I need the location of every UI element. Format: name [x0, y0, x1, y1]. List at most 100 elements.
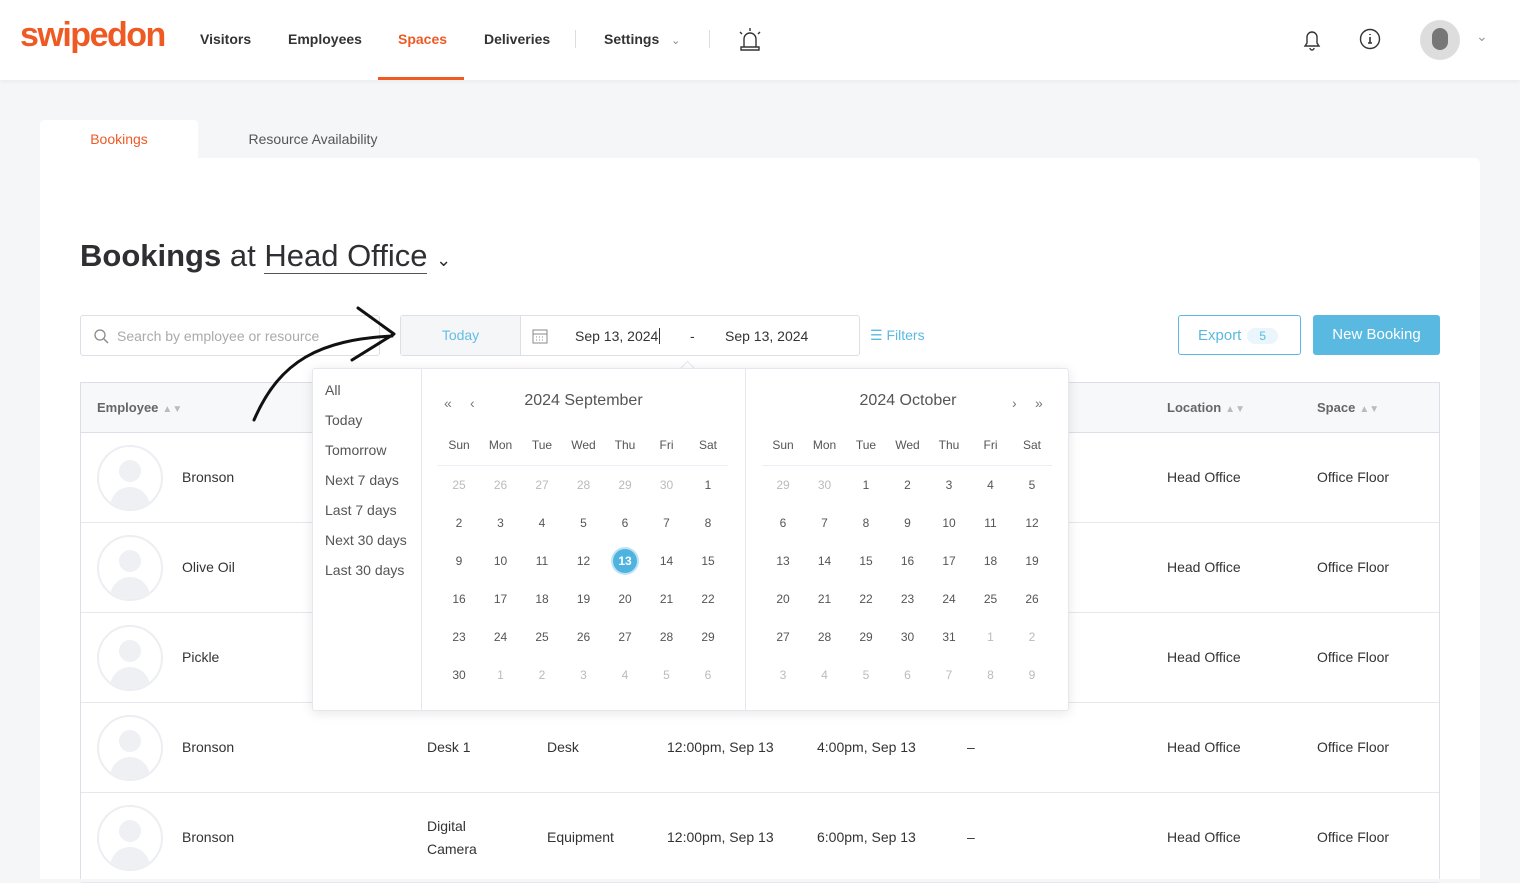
calendar-day[interactable]: 7 — [934, 663, 964, 687]
today-button[interactable]: Today — [401, 316, 521, 355]
calendar-day[interactable]: 26 — [1017, 587, 1047, 611]
calendar-day[interactable]: 11 — [527, 549, 557, 573]
calendar-day[interactable]: 22 — [851, 587, 881, 611]
chevron-down-icon[interactable]: ⌄ — [1476, 28, 1488, 45]
calendar-day[interactable]: 27 — [768, 625, 798, 649]
prev-year-icon[interactable]: « — [444, 395, 452, 411]
start-date-input[interactable]: Sep 13, 2024 — [575, 328, 661, 344]
shortcut-item[interactable]: Next 7 days — [325, 472, 399, 488]
calendar-day[interactable]: 19 — [569, 587, 599, 611]
calendar-day[interactable]: 22 — [693, 587, 723, 611]
calendar-day[interactable]: 5 — [1017, 473, 1047, 497]
nav-deliveries[interactable]: Deliveries — [484, 31, 550, 47]
shortcut-item[interactable]: All — [325, 382, 341, 398]
calendar-day[interactable]: 3 — [486, 511, 516, 535]
calendar-day[interactable]: 30 — [652, 473, 682, 497]
calendar-day[interactable]: 10 — [486, 549, 516, 573]
calendar-day[interactable]: 8 — [976, 663, 1006, 687]
calendar-day[interactable]: 21 — [810, 587, 840, 611]
calendar-day[interactable]: 25 — [527, 625, 557, 649]
date-range-picker[interactable]: Today Sep 13, 2024 - Sep 13, 2024 — [400, 315, 860, 356]
sort-space[interactable]: Space ▲▼ — [1317, 400, 1379, 415]
next-month-icon[interactable]: › — [1012, 395, 1017, 411]
calendar-day[interactable]: 29 — [610, 473, 640, 497]
calendar-day[interactable]: 1 — [486, 663, 516, 687]
calendar-day[interactable]: 9 — [1017, 663, 1047, 687]
calendar-day[interactable]: 4 — [527, 511, 557, 535]
calendar-day[interactable]: 18 — [527, 587, 557, 611]
selected-day[interactable]: 13 — [613, 549, 637, 573]
calendar-day[interactable]: 2 — [444, 511, 474, 535]
nav-spaces[interactable]: Spaces — [398, 31, 447, 47]
bell-icon[interactable] — [1301, 28, 1323, 52]
end-date-input[interactable]: Sep 13, 2024 — [725, 328, 808, 344]
location-selector[interactable]: Head Office — [264, 238, 428, 274]
calendar-day[interactable]: 10 — [934, 511, 964, 535]
calendar-day[interactable]: 12 — [1017, 511, 1047, 535]
shortcut-item[interactable]: Today — [325, 412, 362, 428]
shortcut-item[interactable]: Last 30 days — [325, 562, 404, 578]
calendar-day[interactable]: 30 — [444, 663, 474, 687]
calendar-day[interactable]: 23 — [444, 625, 474, 649]
calendar-day[interactable]: 29 — [768, 473, 798, 497]
calendar-day[interactable]: 4 — [810, 663, 840, 687]
info-icon[interactable] — [1359, 28, 1381, 50]
calendar-day[interactable]: 2 — [1017, 625, 1047, 649]
calendar-day[interactable]: 20 — [610, 587, 640, 611]
calendar-day[interactable]: 5 — [851, 663, 881, 687]
alarm-light-icon[interactable] — [737, 27, 763, 51]
calendar-day[interactable]: 17 — [486, 587, 516, 611]
calendar-day[interactable]: 7 — [810, 511, 840, 535]
nav-employees[interactable]: Employees — [288, 31, 362, 47]
calendar-day[interactable]: 6 — [610, 511, 640, 535]
calendar-day[interactable]: 4 — [610, 663, 640, 687]
prev-month-icon[interactable]: ‹ — [470, 395, 475, 411]
nav-settings[interactable]: Settings ⌄ — [604, 31, 680, 47]
calendar-day[interactable]: 13 — [768, 549, 798, 573]
tab-resource-availability[interactable]: Resource Availability — [198, 120, 428, 158]
calendar-day[interactable]: 25 — [976, 587, 1006, 611]
calendar-day[interactable]: 28 — [810, 625, 840, 649]
calendar-day[interactable]: 29 — [851, 625, 881, 649]
shortcut-item[interactable]: Last 7 days — [325, 502, 397, 518]
avatar[interactable] — [1420, 20, 1460, 60]
calendar-day[interactable]: 28 — [652, 625, 682, 649]
calendar-day[interactable]: 1 — [851, 473, 881, 497]
calendar-day[interactable]: 6 — [768, 511, 798, 535]
chevron-down-icon[interactable]: ⌄ — [436, 250, 451, 270]
calendar-day[interactable]: 29 — [693, 625, 723, 649]
calendar-day[interactable]: 14 — [652, 549, 682, 573]
filters-button[interactable]: ☰ Filters — [870, 327, 925, 344]
calendar-day[interactable]: 16 — [893, 549, 923, 573]
calendar-day[interactable]: 2 — [527, 663, 557, 687]
calendar-day[interactable]: 27 — [610, 625, 640, 649]
calendar-day[interactable]: 15 — [693, 549, 723, 573]
calendar-day[interactable]: 16 — [444, 587, 474, 611]
calendar-day[interactable]: 27 — [527, 473, 557, 497]
shortcut-item[interactable]: Next 30 days — [325, 532, 407, 548]
calendar-day[interactable]: 6 — [893, 663, 923, 687]
calendar-day[interactable]: 1 — [976, 625, 1006, 649]
table-row[interactable]: Bronson Desk 1 Desk 12:00pm, Sep 13 4:00pm, … — [81, 703, 1439, 793]
sort-employee[interactable]: Employee ▲▼ — [97, 400, 182, 415]
swipedon-logo[interactable]: swipedon — [20, 16, 166, 55]
calendar-day[interactable]: 6 — [693, 663, 723, 687]
calendar-day[interactable]: 3 — [768, 663, 798, 687]
calendar-day[interactable]: 3 — [934, 473, 964, 497]
next-year-icon[interactable]: » — [1035, 395, 1043, 411]
calendar-day[interactable]: 30 — [893, 625, 923, 649]
calendar-day[interactable]: 7 — [652, 511, 682, 535]
calendar-day[interactable]: 23 — [893, 587, 923, 611]
table-row[interactable]: Bronson Digital Camera Equipment 12:00pm, S… — [81, 793, 1439, 883]
calendar-day[interactable]: 24 — [934, 587, 964, 611]
calendar-day[interactable]: 8 — [851, 511, 881, 535]
calendar-day[interactable]: 5 — [652, 663, 682, 687]
calendar-day[interactable]: 8 — [693, 511, 723, 535]
calendar-day[interactable]: 18 — [976, 549, 1006, 573]
calendar-day[interactable]: 11 — [976, 511, 1006, 535]
tab-bookings[interactable]: Bookings — [40, 120, 198, 158]
calendar-day[interactable]: 17 — [934, 549, 964, 573]
calendar-day[interactable]: 25 — [444, 473, 474, 497]
calendar-day[interactable]: 24 — [486, 625, 516, 649]
calendar-day[interactable]: 15 — [851, 549, 881, 573]
